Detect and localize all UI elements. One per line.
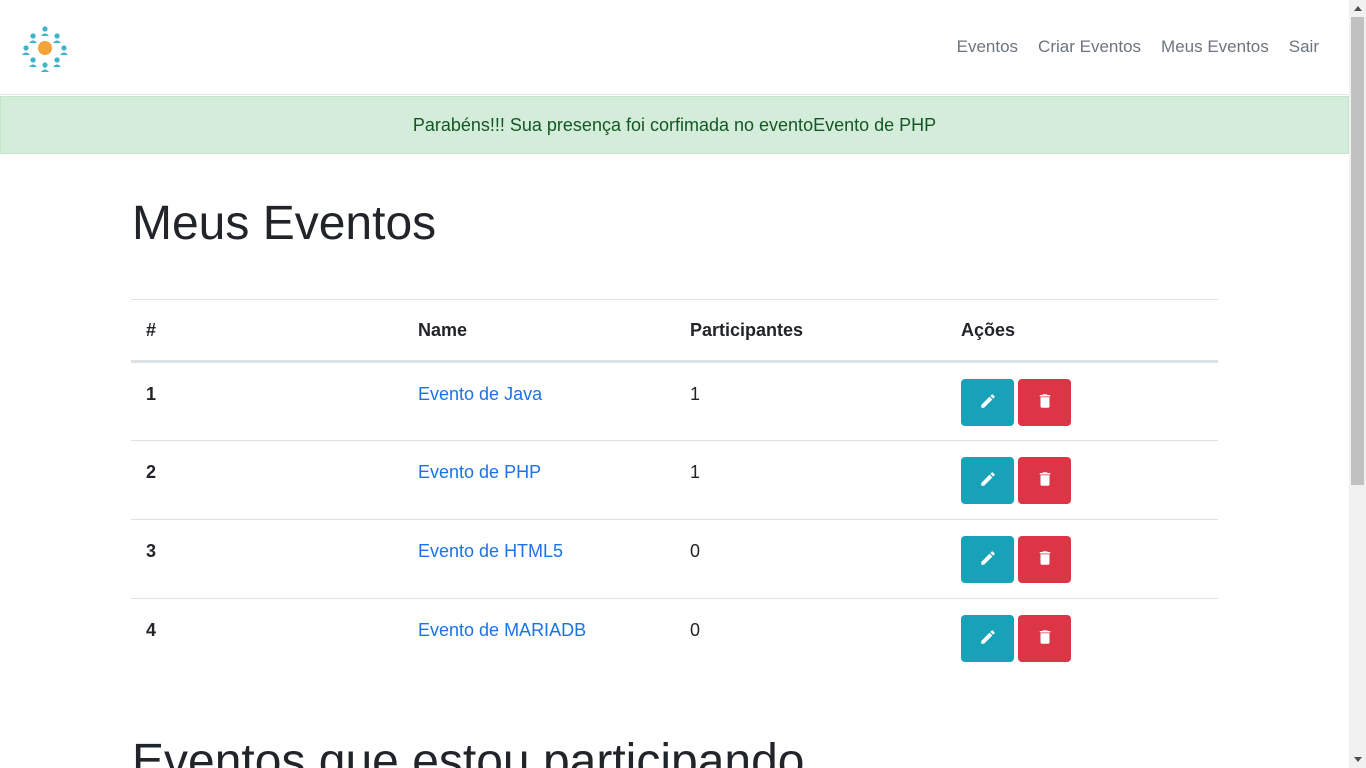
scrollbar-thumb[interactable] — [1351, 17, 1364, 485]
scroll-up-arrow-icon[interactable] — [1349, 0, 1366, 17]
row-name-cell: Evento de Java — [403, 361, 675, 441]
table-row: 3 Evento de HTML5 0 — [131, 519, 1218, 599]
nav-link-eventos[interactable]: Eventos — [957, 36, 1018, 58]
column-header-id: # — [131, 299, 403, 363]
vertical-scrollbar[interactable] — [1349, 0, 1366, 768]
nav-link-meus-eventos[interactable]: Meus Eventos — [1161, 36, 1269, 58]
trash-icon — [1036, 628, 1054, 649]
row-participants: 0 — [675, 519, 946, 599]
success-alert: Parabéns!!! Sua presença foi corfimada n… — [0, 96, 1349, 154]
event-link[interactable]: Evento de MARIADB — [418, 620, 586, 640]
trash-icon — [1036, 549, 1054, 570]
edit-button[interactable] — [961, 457, 1014, 504]
people-network-icon[interactable] — [20, 23, 70, 73]
event-link[interactable]: Evento de PHP — [418, 462, 541, 482]
event-link[interactable]: Evento de Java — [418, 384, 542, 404]
row-name-cell: Evento de PHP — [403, 440, 675, 520]
pencil-icon — [979, 549, 997, 570]
page-title: Meus Eventos — [132, 197, 437, 250]
nav-link-criar-eventos[interactable]: Criar Eventos — [1038, 36, 1141, 58]
row-actions — [946, 598, 1218, 678]
row-id: 4 — [131, 598, 403, 678]
delete-button[interactable] — [1018, 379, 1071, 426]
table-row: 2 Evento de PHP 1 — [131, 440, 1218, 520]
trash-icon — [1036, 470, 1054, 491]
row-name-cell: Evento de MARIADB — [403, 598, 675, 678]
nav-links: Eventos Criar Eventos Meus Eventos Sair — [957, 36, 1319, 58]
page: Eventos Criar Eventos Meus Eventos Sair … — [0, 0, 1349, 768]
row-actions — [946, 440, 1218, 520]
delete-button[interactable] — [1018, 457, 1071, 504]
section-title: Eventos que estou participando — [132, 735, 805, 768]
trash-icon — [1036, 392, 1054, 413]
column-header-participants: Participantes — [675, 299, 946, 363]
nav-link-sair[interactable]: Sair — [1289, 36, 1319, 58]
edit-button[interactable] — [961, 379, 1014, 426]
row-actions — [946, 361, 1218, 441]
scroll-down-arrow-icon[interactable] — [1349, 751, 1366, 768]
pencil-icon — [979, 392, 997, 413]
row-id: 2 — [131, 440, 403, 520]
pencil-icon — [979, 470, 997, 491]
row-participants: 1 — [675, 440, 946, 520]
table-row: 4 Evento de MARIADB 0 — [131, 598, 1218, 678]
table-row: 1 Evento de Java 1 — [131, 361, 1218, 441]
row-actions — [946, 519, 1218, 599]
row-id: 3 — [131, 519, 403, 599]
edit-button[interactable] — [961, 615, 1014, 662]
pencil-icon — [979, 628, 997, 649]
events-table: # Name Participantes Ações 1 Evento de J… — [131, 299, 1218, 678]
delete-button[interactable] — [1018, 615, 1071, 662]
table-header-row: # Name Participantes Ações — [131, 299, 1218, 363]
row-participants: 1 — [675, 361, 946, 441]
column-header-name: Name — [403, 299, 675, 363]
column-header-actions: Ações — [946, 299, 1218, 363]
edit-button[interactable] — [961, 536, 1014, 583]
navbar: Eventos Criar Eventos Meus Eventos Sair — [0, 0, 1349, 95]
event-link[interactable]: Evento de HTML5 — [418, 541, 563, 561]
row-id: 1 — [131, 361, 403, 441]
row-participants: 0 — [675, 598, 946, 678]
delete-button[interactable] — [1018, 536, 1071, 583]
row-name-cell: Evento de HTML5 — [403, 519, 675, 599]
